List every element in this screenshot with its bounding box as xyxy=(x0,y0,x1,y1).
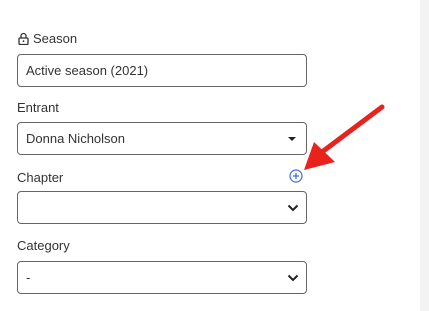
chevron-down-icon xyxy=(287,204,299,211)
annotation-arrow xyxy=(304,104,385,170)
category-label: Category xyxy=(17,238,70,253)
category-select[interactable]: - xyxy=(17,261,307,294)
chapter-label-row: Chapter xyxy=(17,170,63,185)
season-label: Season xyxy=(33,31,78,46)
form-panel: Season Active season (2021) Entrant Donn… xyxy=(0,0,420,311)
caret-down-icon xyxy=(288,136,296,141)
chevron-down-icon xyxy=(287,274,299,281)
season-field: Active season (2021) xyxy=(17,54,307,87)
season-label-row: Season xyxy=(17,31,77,46)
category-value: - xyxy=(26,270,31,285)
entrant-select[interactable]: Donna Nicholson xyxy=(17,122,307,155)
lock-icon xyxy=(18,32,29,45)
chapter-label: Chapter xyxy=(17,170,64,185)
season-value: Active season (2021) xyxy=(26,63,149,78)
chapter-select[interactable] xyxy=(17,191,307,224)
entrant-value: Donna Nicholson xyxy=(26,131,126,146)
entrant-label: Entrant xyxy=(17,100,59,115)
entrant-label-row: Entrant xyxy=(17,100,59,115)
category-label-row: Category xyxy=(17,238,70,253)
